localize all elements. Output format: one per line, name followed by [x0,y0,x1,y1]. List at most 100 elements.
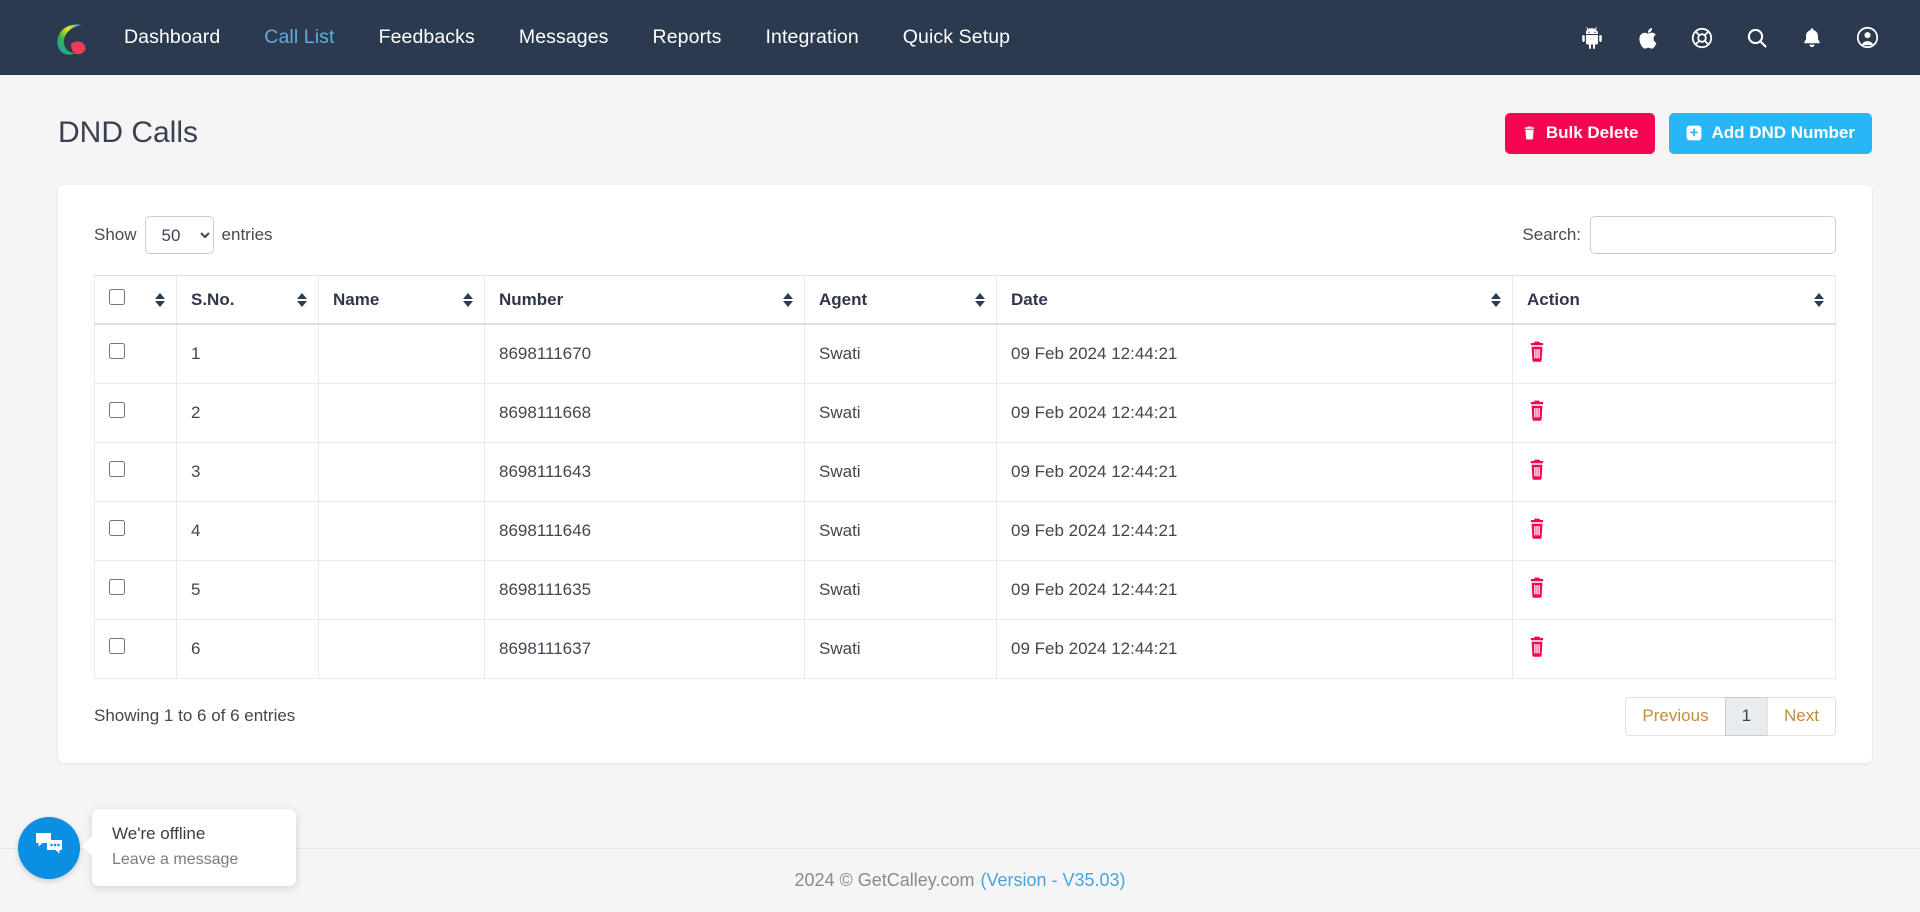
column-header-date[interactable]: Date [996,275,1513,325]
cell-sno: 1 [176,324,319,384]
search-icon[interactable] [1744,25,1770,51]
apple-icon[interactable] [1634,25,1660,51]
column-label: Agent [819,289,868,309]
delete-row-button[interactable] [1527,577,1547,602]
chat-widget: We're offline Leave a message [18,809,296,886]
nav-item-integration[interactable]: Integration [766,26,859,49]
page-length-select[interactable]: 10 25 50 100 [144,216,214,254]
search-label: Search: [1522,225,1581,244]
column-label: Date [1011,289,1048,309]
cell-name [318,560,485,620]
cell-number: 8698111670 [484,324,805,384]
cell-sno: 5 [176,560,319,620]
delete-row-button[interactable] [1527,518,1547,543]
column-header-number[interactable]: Number [484,275,805,325]
entries-label: entries [221,225,273,244]
cell-number: 8698111668 [484,383,805,443]
footer-version-link[interactable]: (Version - V35.03) [980,870,1125,891]
pagination-page-1-button[interactable]: 1 [1724,696,1769,736]
search-control: Search: [1522,216,1836,254]
sort-indicator-icon [463,292,473,307]
chat-toggle-button[interactable] [18,816,80,879]
life-ring-icon[interactable] [1689,25,1715,51]
trash-icon [1522,125,1537,141]
cell-agent: Swati [804,501,997,561]
cell-name [318,442,485,502]
column-header-select-all[interactable] [94,275,177,325]
delete-row-button[interactable] [1527,341,1547,366]
cell-number: 8698111635 [484,560,805,620]
trash-icon [1527,400,1547,425]
table-footer: Showing 1 to 6 of 6 entries Previous 1 N… [94,696,1836,736]
search-input[interactable] [1590,216,1836,254]
cell-date: 09 Feb 2024 12:44:21 [996,501,1513,561]
cell-name [318,383,485,443]
top-navbar: Dashboard Call List Feedbacks Messages R… [0,0,1920,75]
cell-sno: 4 [176,501,319,561]
user-account-icon[interactable] [1854,25,1880,51]
cell-number: 8698111646 [484,501,805,561]
cell-date: 09 Feb 2024 12:44:21 [996,560,1513,620]
delete-row-button[interactable] [1527,459,1547,484]
trash-icon [1527,518,1547,543]
table-row: 6 8698111637 Swati 09 Feb 2024 12:44:21 [94,619,1836,679]
cell-sno: 3 [176,442,319,502]
row-checkbox[interactable] [109,520,125,536]
cell-date: 09 Feb 2024 12:44:21 [996,383,1513,443]
cell-sno: 2 [176,383,319,443]
cell-action [1512,560,1836,620]
show-label: Show [94,225,137,244]
select-all-checkbox[interactable] [109,289,125,305]
cell-date: 09 Feb 2024 12:44:21 [996,324,1513,384]
bell-icon[interactable] [1799,25,1825,51]
nav-item-dashboard[interactable]: Dashboard [124,26,220,49]
row-checkbox[interactable] [109,461,125,477]
delete-row-button[interactable] [1527,636,1547,661]
nav-item-feedbacks[interactable]: Feedbacks [379,26,475,49]
nav-item-call-list[interactable]: Call List [264,26,334,49]
page-header: DND Calls Bulk Delete Add DND Number [0,75,1920,163]
nav-item-quick-setup[interactable]: Quick Setup [903,26,1010,49]
cell-action [1512,324,1836,384]
page-length-control: Show 10 25 50 100 entries [94,216,273,254]
chat-tooltip[interactable]: We're offline Leave a message [92,809,296,886]
add-dnd-number-label: Add DND Number [1711,123,1855,142]
chat-status-subtitle: Leave a message [112,851,239,868]
row-checkbox[interactable] [109,343,125,360]
chat-icon [34,831,64,864]
calley-logo[interactable] [48,15,94,61]
column-label: S.No. [191,289,235,309]
row-checkbox[interactable] [109,402,125,418]
row-checkbox[interactable] [109,579,125,595]
cell-agent: Swati [804,383,997,443]
cell-name [318,501,485,561]
navbar-icon-group [1579,25,1880,51]
row-select-cell [94,324,177,384]
plus-square-icon [1686,125,1702,141]
row-checkbox[interactable] [109,638,125,654]
chat-status-title: We're offline [112,824,206,843]
android-icon[interactable] [1579,25,1605,51]
add-dnd-number-button[interactable]: Add DND Number [1669,112,1872,154]
row-select-cell [94,619,177,679]
page-title: DND Calls [58,116,199,149]
table-row: 4 8698111646 Swati 09 Feb 2024 12:44:21 [94,501,1836,561]
column-header-sno[interactable]: S.No. [176,275,319,325]
bulk-delete-button[interactable]: Bulk Delete [1504,112,1656,154]
sort-indicator-icon [1814,292,1824,307]
pagination: Previous 1 Next [1625,696,1836,736]
column-header-agent[interactable]: Agent [804,275,997,325]
pagination-next-button[interactable]: Next [1767,696,1836,736]
nav-item-messages[interactable]: Messages [519,26,609,49]
cell-number: 8698111637 [484,619,805,679]
delete-row-button[interactable] [1527,400,1547,425]
table-row: 3 8698111643 Swati 09 Feb 2024 12:44:21 [94,442,1836,502]
nav-item-reports[interactable]: Reports [653,26,722,49]
pagination-previous-button[interactable]: Previous [1625,696,1726,736]
column-header-action[interactable]: Action [1512,275,1836,325]
row-select-cell [94,383,177,443]
column-header-name[interactable]: Name [318,275,485,325]
trash-icon [1527,636,1547,661]
dnd-calls-table: S.No. Name Number Agent Date Action 1 86… [94,275,1836,679]
cell-date: 09 Feb 2024 12:44:21 [996,442,1513,502]
